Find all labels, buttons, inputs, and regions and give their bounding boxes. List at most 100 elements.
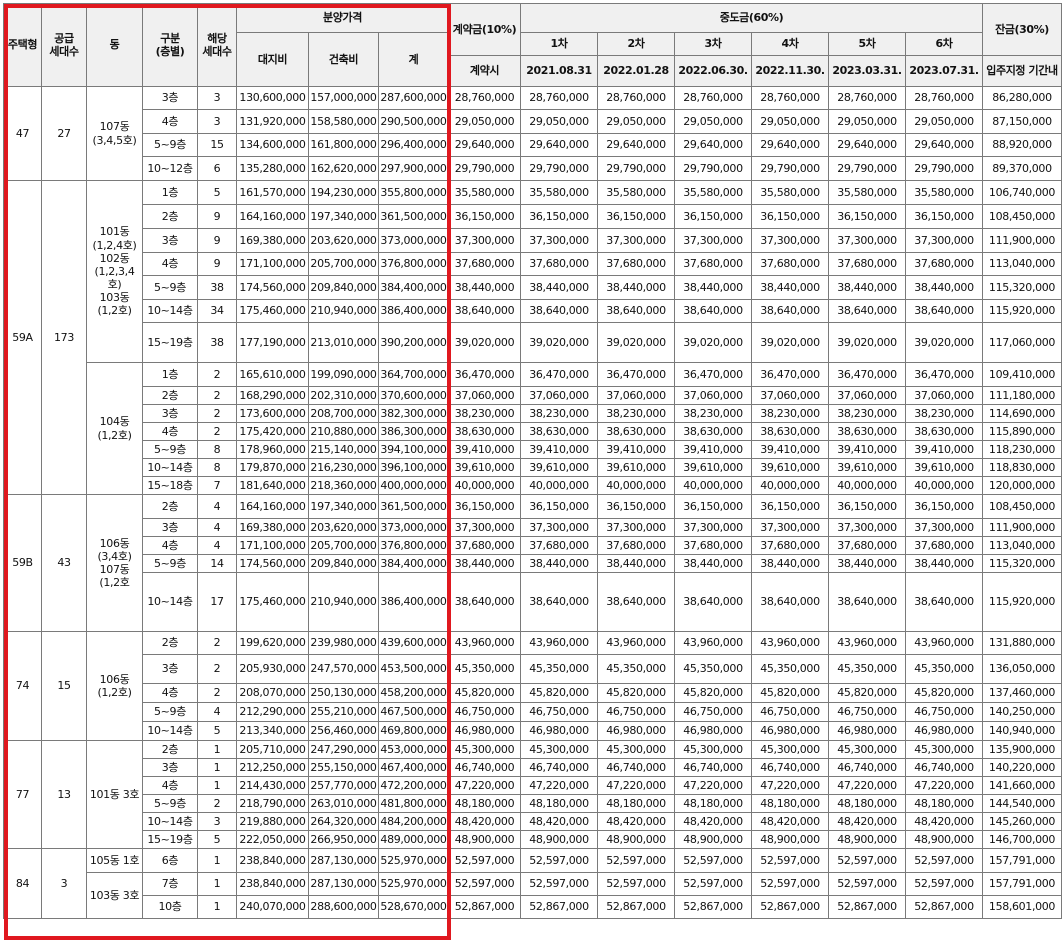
- middle-payment-5-cell: 38,640,000: [828, 299, 906, 323]
- middle-payment-4-cell: 45,820,000: [751, 683, 829, 703]
- middle-payment-2-cell: 38,230,000: [597, 404, 675, 423]
- building-price-cell: 257,770,000: [308, 776, 379, 795]
- middle-payment-4-cell: 48,180,000: [751, 794, 829, 813]
- middle-payment-5-cell: 29,790,000: [828, 156, 906, 181]
- middle-payment-2-cell: 45,820,000: [597, 683, 675, 703]
- deposit-cell: 46,980,000: [448, 721, 521, 741]
- header-date-2: 2022.01.28: [597, 55, 675, 87]
- middle-payment-2-cell: 52,597,000: [597, 872, 675, 896]
- dong-label: 106동 (3,4호) 107동 (1,2호: [97, 536, 132, 590]
- total-price-cell: 364,700,000: [378, 362, 449, 387]
- floor-cell: 3층: [142, 228, 198, 253]
- units-cell: 17: [197, 572, 237, 632]
- middle-payment-6-cell: 38,640,000: [905, 572, 983, 632]
- balance-cell: 157,791,000: [982, 848, 1062, 873]
- building-price-cell: 287,130,000: [308, 872, 379, 896]
- dong-label: 103동 3호: [89, 888, 140, 902]
- middle-payment-6-cell: 46,740,000: [905, 758, 983, 777]
- middle-payment-2-cell: 52,597,000: [597, 848, 675, 873]
- middle-payment-5-cell: 46,740,000: [828, 758, 906, 777]
- units-cell: 5: [197, 830, 237, 849]
- floor-cell: 10~14층: [142, 812, 198, 831]
- middle-payment-5-cell: 48,900,000: [828, 830, 906, 849]
- table-body: 47 27 107동 (3,4,5호) 3층 3 130,600,000 157,000,0…: [3, 86, 1062, 919]
- middle-payment-3-cell: 29,050,000: [674, 109, 752, 134]
- building-price-cell: 250,130,000: [308, 683, 379, 703]
- balance-cell: 120,000,000: [982, 476, 1062, 495]
- header-units-text: 해당 세대수: [202, 31, 232, 58]
- header-deposit: 계약금(10%): [448, 3, 521, 56]
- deposit-cell: 37,300,000: [448, 518, 521, 537]
- middle-payment-1-cell: 29,790,000: [520, 156, 598, 181]
- balance-cell: 145,260,000: [982, 812, 1062, 831]
- middle-payment-3-cell: 48,900,000: [674, 830, 752, 849]
- middle-payment-5-cell: 47,220,000: [828, 776, 906, 795]
- middle-payment-1-cell: 29,050,000: [520, 109, 598, 134]
- middle-payment-6-cell: 46,980,000: [905, 721, 983, 741]
- table-row: 104동 (1,2호) 1층 2 165,610,000 199,090,000 364,…: [4, 362, 1062, 495]
- balance-cell: 158,601,000: [982, 895, 1062, 919]
- middle-payment-2-cell: 28,760,000: [597, 86, 675, 110]
- middle-payment-1-cell: 48,420,000: [520, 812, 598, 831]
- units-cell: 1: [197, 848, 237, 873]
- dong-cell: 101동 (1,2,4호) 102동 (1,2,3,4 호) 103동 (1,2…: [86, 180, 143, 363]
- middle-payment-2-cell: 48,420,000: [597, 812, 675, 831]
- middle-payment-4-cell: 40,000,000: [751, 476, 829, 495]
- header-type: 주택형: [3, 3, 42, 87]
- table-row: 3층 9 169,380,000 203,620,000 373,000,000 37,3…: [4, 228, 1062, 253]
- deposit-cell: 36,150,000: [448, 494, 521, 519]
- middle-payment-6-cell: 36,470,000: [905, 362, 983, 387]
- middle-payment-4-cell: 38,640,000: [751, 299, 829, 323]
- middle-payment-4-cell: 45,300,000: [751, 740, 829, 759]
- deposit-cell: 28,760,000: [448, 86, 521, 110]
- building-price-cell: 255,210,000: [308, 702, 379, 722]
- balance-cell: 89,370,000: [982, 156, 1062, 181]
- building-price-cell: 199,090,000: [308, 362, 379, 387]
- middle-payment-2-cell: 38,440,000: [597, 275, 675, 300]
- dong-label: 107동 (3,4,5호): [92, 120, 137, 147]
- floor-cell: 3층: [142, 518, 198, 537]
- middle-payment-1-cell: 38,630,000: [520, 422, 598, 441]
- middle-payment-6-cell: 52,597,000: [905, 848, 983, 873]
- land-price-cell: 212,250,000: [236, 758, 309, 777]
- units-cell: 7: [197, 476, 237, 495]
- supply-cell: 13: [41, 740, 87, 849]
- table-row: 59A 173 101동 (1,2,4호) 102동 (1,2,3,4 호) 103…: [3, 180, 1062, 495]
- middle-payment-4-cell: 38,630,000: [751, 422, 829, 441]
- total-price-cell: 386,400,000: [378, 572, 449, 632]
- balance-cell: 141,660,000: [982, 776, 1062, 795]
- header-total: 계: [378, 32, 449, 87]
- table-row: 47 27 107동 (3,4,5호) 3층 3 130,600,000 157,000,0…: [3, 86, 1062, 181]
- middle-payment-6-cell: 48,420,000: [905, 812, 983, 831]
- middle-payment-1-cell: 36,470,000: [520, 362, 598, 387]
- table-row: 77 13 101동 3호 2층 1 205,710,000 247,290,000 453,…: [3, 740, 1062, 849]
- building-price-cell: 208,700,000: [308, 404, 379, 423]
- land-price-cell: 130,600,000: [236, 86, 309, 110]
- land-price-cell: 161,570,000: [236, 180, 309, 205]
- middle-payment-5-cell: 28,760,000: [828, 86, 906, 110]
- middle-payment-3-cell: 52,597,000: [674, 872, 752, 896]
- building-price-cell: 205,700,000: [308, 536, 379, 555]
- floor-cell: 4층: [142, 776, 198, 795]
- deposit-cell: 48,900,000: [448, 830, 521, 849]
- floor-cell: 4층: [142, 252, 198, 276]
- middle-payment-5-cell: 38,630,000: [828, 422, 906, 441]
- dong-cell: 105동 1호: [86, 848, 143, 873]
- total-price-cell: 386,300,000: [378, 422, 449, 441]
- middle-payment-4-cell: 29,050,000: [751, 109, 829, 134]
- middle-payment-4-cell: 39,410,000: [751, 440, 829, 459]
- floor-cell: 4층: [142, 536, 198, 555]
- building-price-cell: 197,340,000: [308, 494, 379, 519]
- supply-cell: 15: [41, 631, 87, 741]
- units-cell: 8: [197, 458, 237, 477]
- balance-cell: 140,940,000: [982, 721, 1062, 741]
- middle-payment-5-cell: 29,050,000: [828, 109, 906, 134]
- total-price-cell: 287,600,000: [378, 86, 449, 110]
- middle-payment-3-cell: 52,867,000: [674, 895, 752, 919]
- dong-cell: 106동 (3,4호) 107동 (1,2호: [86, 494, 143, 632]
- middle-payment-6-cell: 48,900,000: [905, 830, 983, 849]
- land-price-cell: 181,640,000: [236, 476, 309, 495]
- units-cell: 2: [197, 654, 237, 684]
- middle-payment-3-cell: 45,300,000: [674, 740, 752, 759]
- floor-cell: 10~14층: [142, 572, 198, 632]
